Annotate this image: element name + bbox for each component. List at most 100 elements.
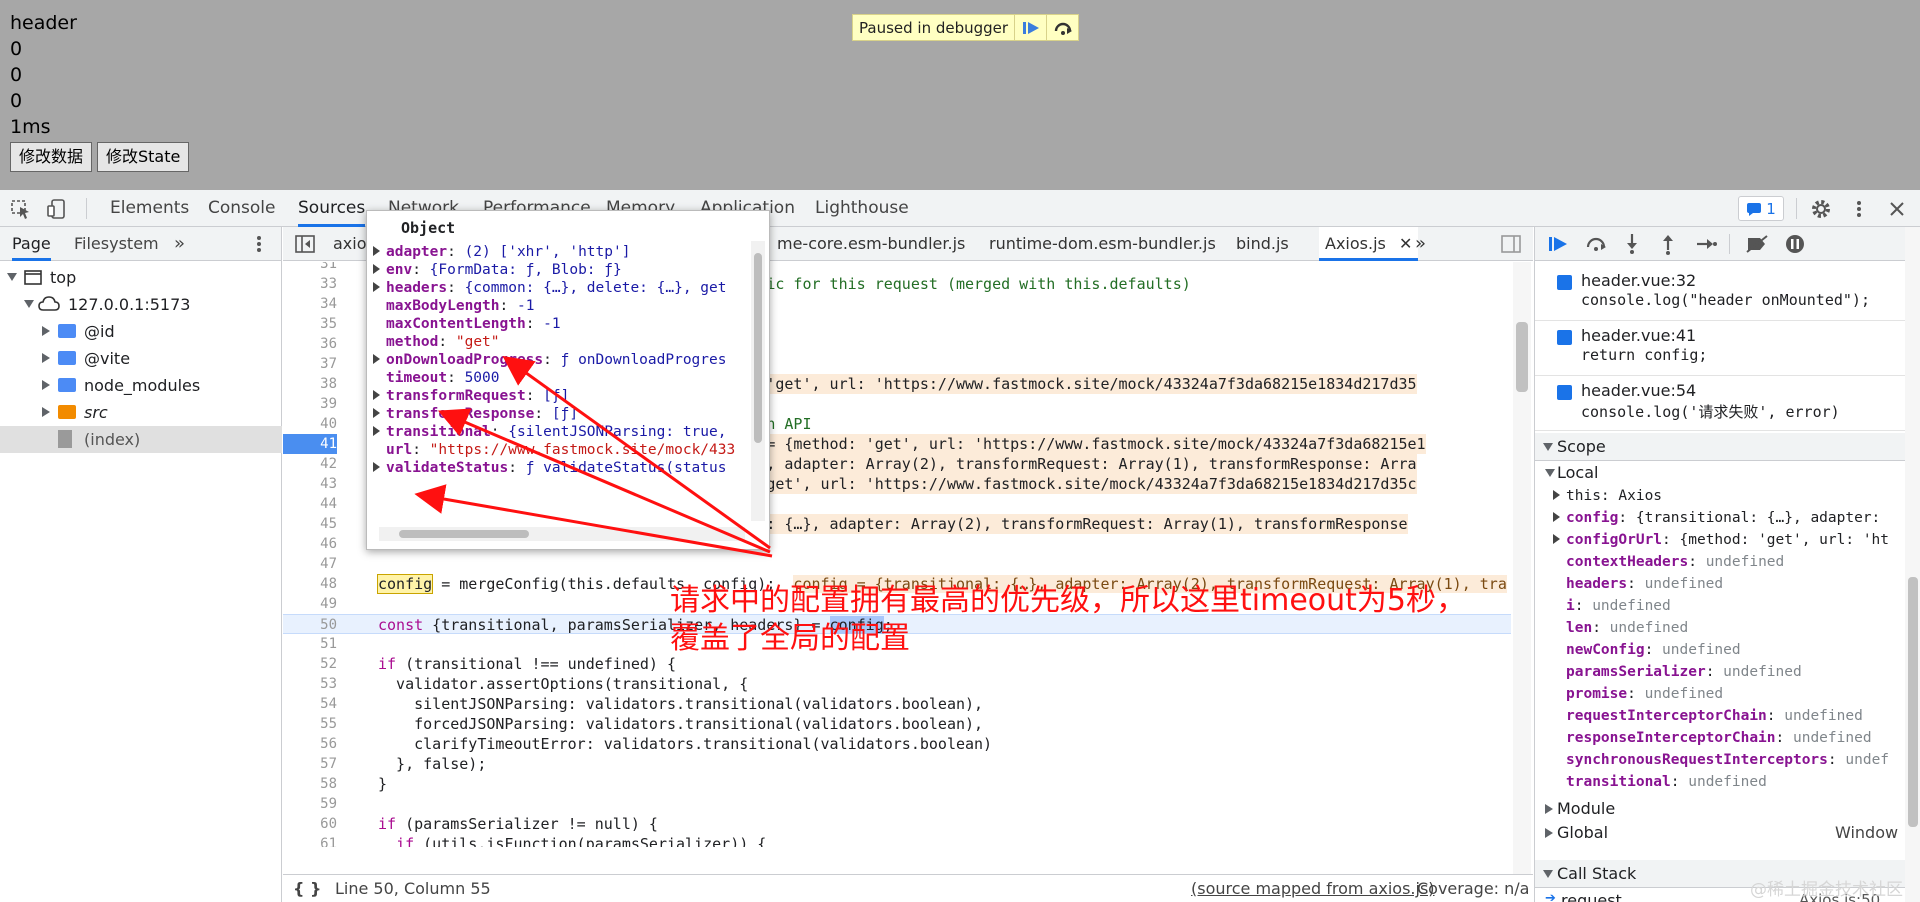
scope-item[interactable]: newConfig: undefined	[1553, 639, 1903, 661]
tree-item-vite[interactable]: @vite	[0, 345, 282, 372]
gear-icon[interactable]	[1810, 198, 1832, 220]
file-tab-axios[interactable]: axio	[333, 227, 367, 261]
file-tab-bind[interactable]: bind.js	[1236, 227, 1289, 261]
line-number[interactable]: 39	[283, 394, 337, 414]
line-number[interactable]: 35	[283, 314, 337, 334]
tab-console[interactable]: Console	[208, 190, 276, 227]
expand-arrow-icon[interactable]	[373, 282, 380, 292]
tree-item-host[interactable]: 127.0.0.1:5173	[0, 291, 282, 318]
sidebar-toggle-icon[interactable]	[295, 235, 315, 253]
scope-item[interactable]: responseInterceptorChain: undefined	[1553, 727, 1903, 749]
line-number[interactable]: 54	[283, 694, 337, 714]
code-line[interactable]: 61 if (utils.isFunction(paramsSerializer…	[283, 834, 1511, 847]
breakpoint-item[interactable]: header.vue:41 return config;	[1535, 322, 1905, 376]
scope-item[interactable]: len: undefined	[1553, 617, 1903, 639]
scope-module[interactable]: Module	[1535, 797, 1905, 821]
resume-icon[interactable]	[1547, 235, 1569, 253]
expand-arrow-icon[interactable]	[373, 246, 380, 256]
issues-badge[interactable]: 1	[1738, 196, 1784, 221]
tree-item-node-modules[interactable]: node_modules	[0, 372, 282, 399]
line-number[interactable]: 56	[283, 734, 337, 754]
scope-item[interactable]: synchronousRequestInterceptors: undef	[1553, 749, 1903, 771]
more-icon[interactable]	[1848, 198, 1870, 220]
scope-item[interactable]: config: {transitional: {…}, adapter:	[1553, 507, 1903, 529]
line-number[interactable]: 59	[283, 794, 337, 814]
step-over-button[interactable]	[1046, 15, 1078, 40]
checkbox[interactable]	[1557, 385, 1572, 400]
modify-data-button[interactable]: 修改数据	[10, 142, 93, 172]
line-number[interactable]: 44	[283, 494, 337, 514]
source-mapped-link[interactable]: (source mapped from axios.js)	[1191, 875, 1435, 902]
tree-item-id[interactable]: @id	[0, 318, 282, 345]
file-tab-axios-active[interactable]: Axios.js ✕	[1319, 227, 1419, 261]
popover-hscrollbar[interactable]	[379, 527, 745, 541]
scope-local-header[interactable]: Local	[1535, 461, 1905, 485]
step-into-icon[interactable]	[1623, 233, 1641, 255]
breakpoint-item[interactable]: header.vue:32 console.log("header onMoun…	[1535, 267, 1905, 321]
code-line[interactable]: 57 }, false);	[283, 754, 1511, 774]
expand-arrow-icon[interactable]	[373, 264, 380, 274]
tab-lighthouse[interactable]: Lighthouse	[815, 190, 909, 227]
more-icon[interactable]	[250, 235, 268, 253]
line-number[interactable]: 60	[283, 814, 337, 834]
format-icon[interactable]: { }	[293, 875, 321, 902]
checkbox[interactable]	[1557, 330, 1572, 345]
chevron-right-icon[interactable]: »	[174, 227, 185, 261]
vertical-scrollbar[interactable]	[1513, 262, 1531, 882]
scope-item[interactable]: configOrUrl: {method: 'get', url: 'ht	[1553, 529, 1903, 551]
chevron-right-icon[interactable]: »	[1415, 227, 1426, 261]
line-number[interactable]: 47	[283, 554, 337, 574]
breakpoint-item[interactable]: header.vue:54 console.log('请求失败', error)	[1535, 377, 1905, 431]
tab-filesystem[interactable]: Filesystem	[74, 227, 159, 261]
line-number[interactable]: 36	[283, 334, 337, 354]
expand-arrow-icon[interactable]	[1553, 490, 1560, 500]
pause-exceptions-icon[interactable]	[1785, 234, 1805, 254]
expand-arrow-icon[interactable]	[1553, 512, 1560, 522]
line-number[interactable]: 43	[283, 474, 337, 494]
code-line[interactable]: 53 validator.assertOptions(transitional,…	[283, 674, 1511, 694]
scope-item[interactable]: headers: undefined	[1553, 573, 1903, 595]
line-number[interactable]: 34	[283, 294, 337, 314]
line-number[interactable]: 50	[283, 615, 337, 635]
device-toggle-icon[interactable]	[46, 198, 68, 220]
deactivate-breakpoints-icon[interactable]	[1745, 234, 1769, 254]
code-line[interactable]: 59	[283, 794, 1511, 814]
tree-item-index[interactable]: (index)	[0, 426, 282, 453]
code-line[interactable]: 55 forcedJSONParsing: validators.transit…	[283, 714, 1511, 734]
file-tab-runtime-dom[interactable]: runtime-dom.esm-bundler.js	[989, 227, 1216, 261]
step-over-icon[interactable]	[1585, 235, 1607, 253]
line-number[interactable]: 49	[283, 594, 337, 614]
expand-arrow-icon[interactable]	[373, 426, 380, 436]
scope-item[interactable]: promise: undefined	[1553, 683, 1903, 705]
line-number[interactable]: 45	[283, 514, 337, 534]
tree-item-src[interactable]: src	[0, 399, 282, 426]
line-number[interactable]: 48	[283, 574, 337, 594]
close-icon[interactable]: ✕	[1399, 234, 1412, 253]
scope-item[interactable]: this: Axios	[1553, 485, 1903, 507]
line-number[interactable]: 52	[283, 654, 337, 674]
line-number[interactable]: 42	[283, 454, 337, 474]
resume-button[interactable]	[1014, 15, 1046, 40]
tab-elements[interactable]: Elements	[110, 190, 189, 227]
tree-item-top[interactable]: top	[0, 264, 282, 291]
sidebar-scrollbar[interactable]	[1905, 227, 1920, 902]
sidebar-toggle-icon[interactable]	[1501, 235, 1521, 253]
line-number[interactable]: 53	[283, 674, 337, 694]
expand-arrow-icon[interactable]	[373, 390, 380, 400]
line-number[interactable]: 61	[283, 834, 337, 847]
code-line[interactable]: 60 if (paramsSerializer != null) {	[283, 814, 1511, 834]
checkbox[interactable]	[1557, 275, 1572, 290]
line-number[interactable]: 31	[283, 262, 337, 274]
scope-item[interactable]: paramsSerializer: undefined	[1553, 661, 1903, 683]
scope-item[interactable]: contextHeaders: undefined	[1553, 551, 1903, 573]
inspect-icon[interactable]	[10, 198, 32, 220]
popover-row[interactable]: validateStatus: ƒ validateStatus(status	[373, 457, 753, 479]
line-number[interactable]: 55	[283, 714, 337, 734]
scope-header[interactable]: Scope	[1535, 433, 1905, 461]
line-number[interactable]: 51	[283, 634, 337, 654]
breakpoint-marker[interactable]: 41	[283, 434, 337, 454]
expand-arrow-icon[interactable]	[1553, 534, 1560, 544]
line-number[interactable]: 40	[283, 414, 337, 434]
expand-arrow-icon[interactable]	[373, 462, 380, 472]
line-number[interactable]: 57	[283, 754, 337, 774]
